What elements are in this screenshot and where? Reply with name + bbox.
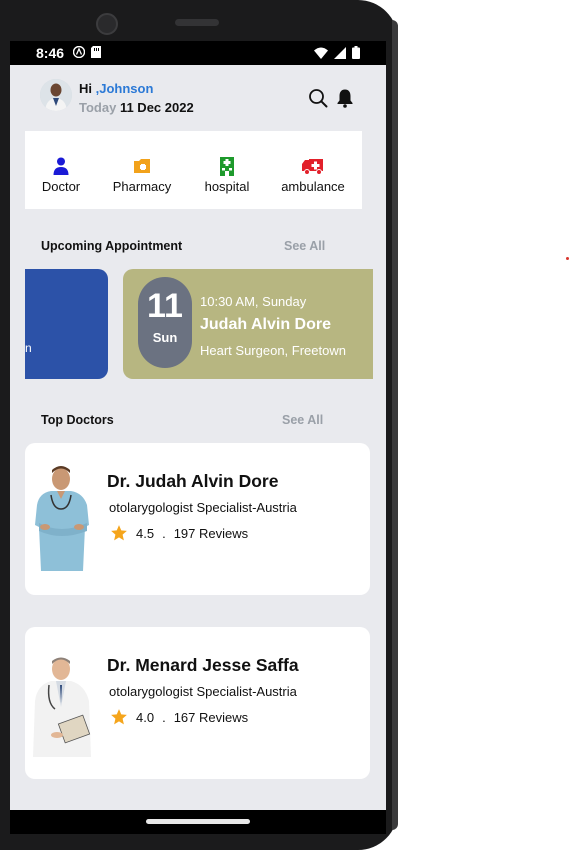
review-count[interactable]: 197 Reviews [174,526,248,541]
doctor-name: Dr. Menard Jesse Saffa [107,655,299,675]
sd-card-icon [91,46,101,58]
star-icon [111,709,127,725]
search-icon[interactable] [308,88,328,108]
category-label: Doctor [41,179,81,194]
star-icon [111,525,127,541]
rating-separator: . [162,525,166,541]
doctor-specialty: otolarygologist Specialist-Austria [109,500,297,515]
avatar-image [40,79,72,111]
appointment-day: 11 [147,287,183,325]
cell-signal-icon [334,46,346,59]
category-doctor[interactable]: Doctor [40,155,82,194]
category-label: hospital [204,179,250,194]
appointment-date-badge: 11 Sun [138,277,192,368]
doctor-photo [35,466,89,571]
wifi-icon [314,47,328,59]
top-doctors-see-all-link[interactable]: See All [282,413,323,427]
phone-frame: 8:46 Hi ,Johnson Today 11 Dec 2022 Docto… [0,0,398,850]
person-icon [53,157,69,175]
category-label: Pharmacy [112,179,172,194]
appointment-doctor-name: Judah Alvin Dore [200,316,331,333]
hospital-icon [220,157,234,176]
rating-separator: . [162,709,166,725]
appointment-card-previous[interactable]: n [25,269,108,379]
doctor-rating: 4.5 . 197 Reviews [110,524,248,542]
category-hospital[interactable]: hospital [201,155,253,194]
greeting: Hi ,Johnson [79,81,153,96]
status-time: 8:46 [36,45,65,61]
status-bar: 8:46 [10,41,386,65]
camera [96,13,118,35]
rating-value: 4.5 [136,525,155,541]
review-count[interactable]: 167 Reviews [174,710,248,725]
appointment-specialty: Heart Surgeon, Freetown [200,343,346,358]
bell-icon[interactable] [336,88,354,108]
category-label: ambulance [281,179,345,194]
upcoming-appointment-title: Upcoming Appointment [41,239,183,253]
category-pharmacy[interactable]: Pharmacy [111,155,173,194]
category-bar: Doctor Pharmacy hospital ambulance [25,131,362,209]
doctor-specialty: otolarygologist Specialist-Austria [109,684,297,699]
top-doctors-title: Top Doctors [41,413,114,427]
appointment-weekday: Sun [152,330,178,345]
today-label: Today [79,100,117,115]
date-value: 11 Dec 2022 [119,100,194,115]
phone-edge [392,20,398,830]
greeting-text: Hi [79,81,96,96]
doctor-rating: 4.0 . 167 Reviews [110,708,248,726]
appointments-see-all-link[interactable]: See All [284,239,325,253]
battery-icon [352,46,360,59]
rating-value: 4.0 [136,709,155,725]
home-gesture-handle[interactable] [146,819,250,824]
avatar[interactable] [40,79,72,111]
pharmacy-icon [134,159,150,173]
appointment-time: 10:30 AM, Sunday [200,294,307,309]
system-nav-bar [10,810,386,834]
user-name: ,Johnson [95,81,154,96]
doctor-card[interactable]: Dr. Judah Alvin Dore otolarygologist Spe… [25,443,370,595]
background-dot [566,257,569,260]
speaker-grille [175,19,219,26]
app-screen: Hi ,Johnson Today 11 Dec 2022 Doctor Pha… [10,65,386,810]
ambulance-icon [302,158,323,175]
category-ambulance[interactable]: ambulance [279,155,347,194]
notification-a-icon [73,46,85,58]
doctor-card[interactable]: Dr. Menard Jesse Saffa otolarygologist S… [25,627,370,779]
today-date: Today 11 Dec 2022 [79,100,194,115]
doctor-photo [33,657,91,757]
doctor-name: Dr. Judah Alvin Dore [107,471,279,491]
appointment-clipped-text: n [25,341,32,355]
appointment-card[interactable]: 11 Sun 10:30 AM, Sunday Judah Alvin Dore… [123,269,373,379]
